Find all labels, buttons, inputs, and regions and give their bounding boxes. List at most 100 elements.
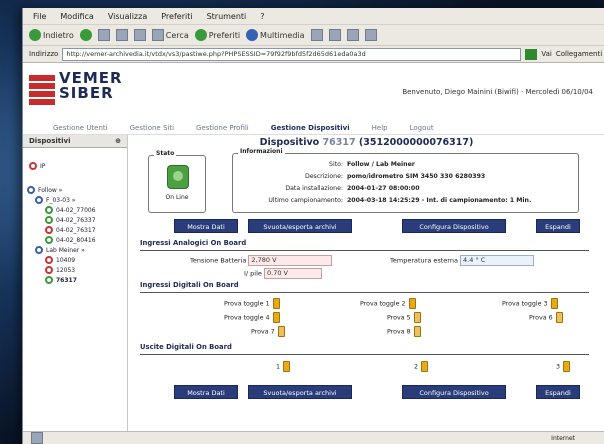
refresh-icon[interactable] bbox=[115, 29, 128, 41]
status-label: On Line bbox=[165, 194, 189, 201]
tree-node-f0303[interactable]: F_03-03 » bbox=[35, 196, 75, 204]
tab-gestione-dispositivi[interactable]: Gestione Dispositivi bbox=[271, 124, 350, 132]
device-online-icon bbox=[45, 276, 53, 284]
toggle-item[interactable]: Prova 8 bbox=[387, 326, 421, 337]
toggle-switch-icon[interactable] bbox=[563, 361, 571, 372]
tree-node-ip[interactable]: IP bbox=[29, 162, 45, 170]
tab-logout[interactable]: Logout bbox=[410, 124, 434, 132]
toggle-switch-icon[interactable] bbox=[550, 298, 558, 309]
toggle-switch-icon[interactable] bbox=[277, 326, 285, 337]
battery-value: 2,780 V bbox=[248, 255, 333, 266]
address-bar: Indirizzo http://vemer-archivedia.it/vtd… bbox=[23, 46, 604, 63]
output-toggle[interactable]: 2 bbox=[414, 361, 429, 372]
tab-help[interactable]: Help bbox=[372, 124, 388, 132]
media-button[interactable]: Multimedia bbox=[246, 29, 305, 41]
espandi-button[interactable]: Espandi bbox=[536, 385, 580, 399]
tree-node-device-selected[interactable]: 76317 bbox=[45, 276, 77, 284]
menu-file[interactable]: File bbox=[33, 12, 46, 21]
configura-dispositivo-button[interactable]: Configura Dispositivo bbox=[402, 219, 506, 233]
espandi-button[interactable]: Espandi bbox=[536, 219, 580, 233]
toggle-item[interactable]: Prova 5 bbox=[387, 312, 421, 323]
tree-node-device[interactable]: 10409 bbox=[45, 256, 75, 264]
mostra-dati-button[interactable]: Mostra Dati bbox=[174, 219, 238, 233]
digital-in-section-title: Ingressi Digitali On Board bbox=[140, 281, 589, 293]
status-box: Stato On Line bbox=[148, 150, 206, 213]
tab-gestione-utenti[interactable]: Gestione Utenti bbox=[53, 124, 108, 132]
device-panel: Dispositivo 76317 (3512000000076317) Sta… bbox=[128, 135, 604, 432]
search-button[interactable]: Cerca bbox=[151, 29, 189, 41]
tree-node-device[interactable]: 04-02_76317 bbox=[45, 226, 96, 234]
media-icon bbox=[246, 29, 259, 41]
toggle-switch-icon[interactable] bbox=[283, 361, 291, 372]
history-icon[interactable] bbox=[310, 29, 323, 41]
go-icon[interactable] bbox=[525, 48, 538, 60]
output-toggle[interactable]: 3 bbox=[556, 361, 571, 372]
device-sidebar: Dispositivi ⊕ IP Follow » F_03-03 » 04-0… bbox=[23, 135, 128, 432]
edit-icon[interactable] bbox=[364, 29, 377, 41]
star-icon bbox=[194, 29, 207, 41]
tree-node-device[interactable]: 04-02_77006 bbox=[45, 206, 96, 214]
address-input[interactable]: http://vemer-archivedia.it/vtdx/vs3/past… bbox=[62, 47, 522, 61]
tree-node-lab-meiner[interactable]: Lab Meiner » bbox=[35, 246, 85, 254]
menu-modifica[interactable]: Modifica bbox=[60, 12, 93, 21]
toggle-switch-icon[interactable] bbox=[421, 361, 429, 372]
toggle-item[interactable]: Prova toggle 2 bbox=[360, 298, 416, 309]
tab-gestione-siti[interactable]: Gestione Siti bbox=[130, 124, 174, 132]
favorites-button[interactable]: Preferiti bbox=[194, 29, 240, 41]
toggle-switch-icon[interactable] bbox=[413, 326, 421, 337]
device-online-icon bbox=[45, 236, 53, 244]
folder-icon bbox=[27, 186, 35, 194]
svuota-archivi-button[interactable]: Svuota/esporta archivi bbox=[248, 219, 352, 233]
back-button[interactable]: Indietro bbox=[29, 29, 74, 41]
toggle-item[interactable]: Prova toggle 3 bbox=[502, 298, 558, 309]
toggle-item[interactable]: Prova 6 bbox=[529, 312, 563, 323]
output-toggle[interactable]: 1 bbox=[276, 361, 291, 372]
links-label[interactable]: Collegamenti bbox=[556, 50, 602, 58]
menu-strumenti[interactable]: Strumenti bbox=[207, 12, 247, 21]
toggle-switch-icon[interactable] bbox=[413, 312, 421, 323]
print-icon[interactable] bbox=[346, 29, 359, 41]
device-online-icon bbox=[45, 206, 53, 214]
toggle-switch-icon[interactable] bbox=[555, 312, 563, 323]
toggle-item[interactable]: Prova toggle 4 bbox=[224, 312, 280, 323]
home-icon[interactable] bbox=[133, 29, 146, 41]
menu-help[interactable]: ? bbox=[260, 12, 264, 21]
browser-window: File Modifica Visualizza Preferiti Strum… bbox=[22, 8, 604, 444]
toggle-switch-icon[interactable] bbox=[272, 312, 280, 323]
menu-visualizza[interactable]: Visualizza bbox=[108, 12, 147, 21]
collapse-icon[interactable]: ⊕ bbox=[115, 137, 121, 145]
tree-node-follow[interactable]: Follow » bbox=[27, 186, 62, 194]
status-bar: Internet bbox=[23, 431, 604, 444]
device-offline-icon bbox=[45, 226, 53, 234]
menu-preferiti[interactable]: Preferiti bbox=[161, 12, 192, 21]
mail-icon[interactable] bbox=[328, 29, 341, 41]
status-legend: Stato bbox=[154, 150, 177, 157]
toggle-switch-icon[interactable] bbox=[272, 298, 280, 309]
tree-node-device[interactable]: 04-02_76337 bbox=[45, 216, 96, 224]
forward-arrow-icon[interactable] bbox=[79, 29, 92, 41]
page-title: Dispositivo 76317 (3512000000076317) bbox=[259, 137, 474, 148]
tree-node-device[interactable]: 04-02_80416 bbox=[45, 236, 96, 244]
nav-tabs: Gestione Utenti Gestione Siti Gestione P… bbox=[23, 121, 604, 135]
info-box: Informazioni Sito: Follow / Lab Meiner De… bbox=[232, 148, 579, 213]
action-buttons-bottom: Mostra Dati Svuota/esporta archivi Confi… bbox=[128, 385, 604, 399]
stop-icon[interactable] bbox=[97, 29, 110, 41]
toggle-item[interactable]: Prova toggle 1 bbox=[224, 298, 280, 309]
go-label[interactable]: Vai bbox=[541, 50, 551, 58]
configura-dispositivo-button[interactable]: Configura Dispositivo bbox=[402, 385, 506, 399]
browser-toolbar: Indietro Cerca Preferiti Multimedia bbox=[23, 25, 604, 46]
device-offline-icon bbox=[45, 256, 53, 264]
temperature-field: Temperatura esterna 4.4 ° C bbox=[390, 255, 535, 266]
tree-node-device[interactable]: 12053 bbox=[45, 266, 75, 274]
web-page: VEMER SIBER Benvenuto, Diego Mainini (Bi… bbox=[23, 63, 604, 432]
toggle-item[interactable]: Prova 7 bbox=[251, 326, 285, 337]
internet-zone: Internet bbox=[551, 434, 575, 442]
toggle-switch-icon[interactable] bbox=[408, 298, 416, 309]
tab-gestione-profili[interactable]: Gestione Profili bbox=[196, 124, 249, 132]
online-status-icon bbox=[167, 165, 189, 189]
svuota-archivi-button[interactable]: Svuota/esporta archivi bbox=[248, 385, 352, 399]
back-arrow-icon bbox=[29, 29, 41, 41]
pile-value: 0.70 V bbox=[264, 268, 322, 279]
sidebar-header: Dispositivi ⊕ bbox=[23, 135, 127, 148]
mostra-dati-button[interactable]: Mostra Dati bbox=[174, 385, 238, 399]
